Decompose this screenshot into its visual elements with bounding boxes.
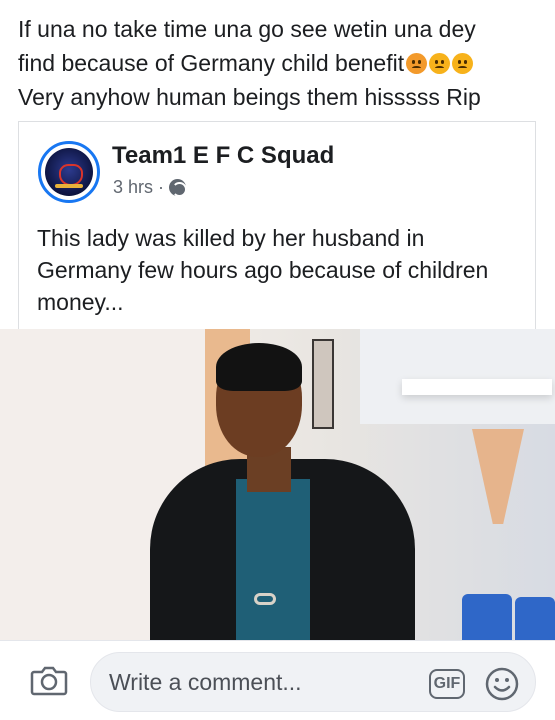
shared-post-card[interactable]: Team1 E F C Squad 3 hrs · This lady was … [18,121,536,333]
meta-separator: · [158,177,165,197]
frowning-face-icon [429,53,451,74]
post-photo[interactable] [0,329,555,640]
page-logo [45,148,93,196]
gif-button[interactable]: GIF [429,669,465,699]
post-meta: 3 hrs · [113,177,188,198]
comment-bar: GIF [0,640,555,720]
post-timestamp[interactable]: 3 hrs [113,177,153,198]
comment-input[interactable] [109,667,409,697]
post-text-line: find because of Germany child benefit [18,46,548,80]
post-text-line: Very anyhow human beings them hisssss Ri… [18,84,481,110]
shared-post-text: This lady was killed by her husband in G… [37,225,489,315]
post-text-fragment: find because of Germany child benefit [18,50,405,76]
globe-icon [169,179,188,197]
smiley-icon[interactable] [484,666,520,702]
post-text-line: If una no take time una go see wetin una… [18,16,476,42]
pouting-face-icon [406,53,428,74]
page-name-link[interactable]: Team1 E F C Squad [112,142,334,170]
camera-icon[interactable] [30,664,68,696]
page-avatar[interactable] [38,141,100,203]
comment-field[interactable]: GIF [90,652,536,712]
frowning-face-icon [452,53,474,74]
post-text: If una no take time una go see wetin una… [18,12,548,114]
